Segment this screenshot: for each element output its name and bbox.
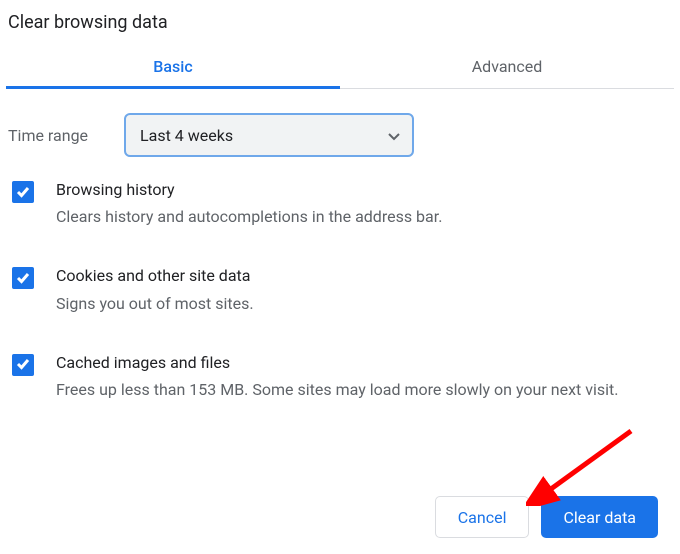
option-cache: Cached images and files Frees up less th… [12, 352, 668, 402]
button-label: Clear data [563, 508, 636, 527]
annotation-arrow-icon [526, 426, 636, 506]
dialog-actions: Cancel Clear data [435, 496, 658, 538]
option-title: Browsing history [56, 179, 442, 201]
tabs: Basic Advanced [6, 47, 674, 89]
option-desc: Frees up less than 153 MB. Some sites ma… [56, 378, 618, 402]
button-label: Cancel [458, 508, 507, 527]
checkbox-browsing-history[interactable] [12, 181, 34, 203]
option-desc: Clears history and autocompletions in th… [56, 205, 442, 229]
dialog-title: Clear browsing data [6, 8, 674, 47]
check-icon [16, 269, 30, 288]
option-title: Cached images and files [56, 352, 618, 374]
option-text: Browsing history Clears history and auto… [56, 179, 442, 229]
cancel-button[interactable]: Cancel [435, 496, 530, 538]
options-list: Browsing history Clears history and auto… [6, 179, 674, 402]
option-text: Cookies and other site data Signs you ou… [56, 265, 254, 315]
time-range-row: Time range Last 4 weeks [6, 89, 674, 179]
check-icon [16, 183, 30, 202]
option-text: Cached images and files Frees up less th… [56, 352, 618, 402]
checkbox-cache[interactable] [12, 354, 34, 376]
option-cookies: Cookies and other site data Signs you ou… [12, 265, 668, 315]
check-icon [16, 355, 30, 374]
time-range-label: Time range [8, 126, 124, 145]
tab-label: Basic [153, 57, 192, 76]
tab-label: Advanced [472, 57, 543, 76]
time-range-select[interactable]: Last 4 weeks [124, 113, 414, 157]
option-browsing-history: Browsing history Clears history and auto… [12, 179, 668, 229]
chevron-down-icon [388, 126, 400, 145]
select-value: Last 4 weeks [140, 126, 233, 145]
option-desc: Signs you out of most sites. [56, 292, 254, 316]
tab-advanced[interactable]: Advanced [340, 47, 674, 88]
option-title: Cookies and other site data [56, 265, 254, 287]
checkbox-cookies[interactable] [12, 267, 34, 289]
clear-data-button[interactable]: Clear data [541, 496, 658, 538]
clear-browsing-data-dialog: Clear browsing data Basic Advanced Time … [0, 0, 680, 402]
tab-basic[interactable]: Basic [6, 47, 340, 88]
